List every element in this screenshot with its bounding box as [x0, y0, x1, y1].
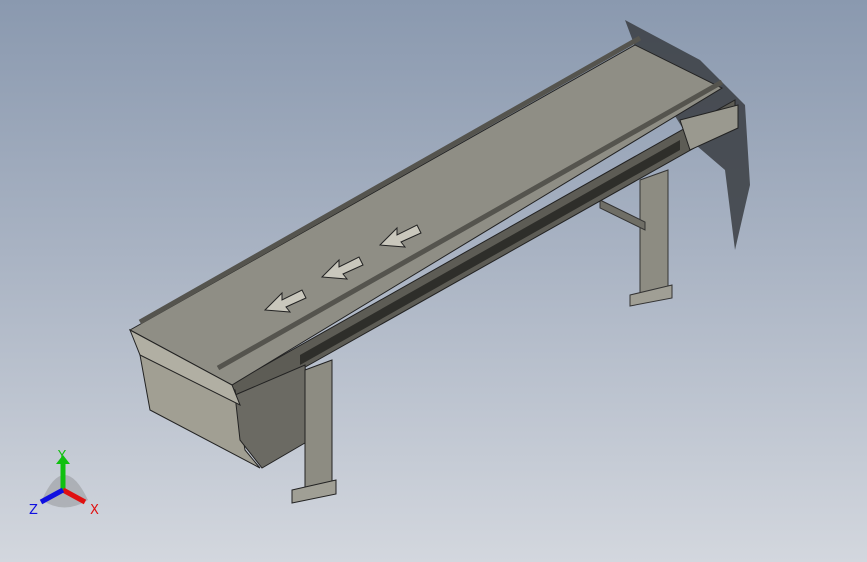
y-axis-label: Y — [58, 449, 66, 464]
graphics-viewport[interactable]: Y X Z — [0, 0, 867, 562]
crossbar — [599, 199, 646, 231]
leg-far — [639, 169, 669, 301]
belt-surface — [128, 44, 724, 386]
conveyor-model[interactable] — [0, 0, 867, 562]
leg-near — [304, 359, 333, 496]
view-triad[interactable]: Y X Z — [20, 440, 110, 530]
x-axis-label: X — [90, 503, 99, 518]
z-axis-label: Z — [29, 503, 38, 518]
